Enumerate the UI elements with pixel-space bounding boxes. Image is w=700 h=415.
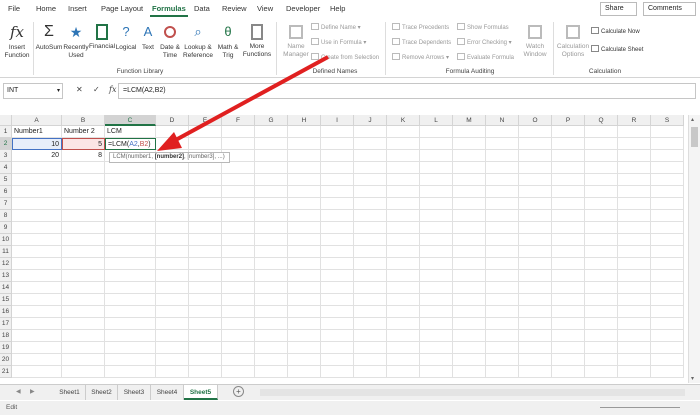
- arrow-head: [157, 132, 182, 151]
- sheet-tab-sheet2[interactable]: Sheet2: [86, 385, 118, 400]
- c2-prefix: =LCM(: [108, 141, 130, 148]
- annotation-arrow: [157, 55, 329, 151]
- status-mode: Edit: [6, 404, 18, 411]
- sheet-tab-bar: ◀ ▶ Sheet1 Sheet2 Sheet3 Sheet4 Sheet5 +: [0, 384, 700, 400]
- c2-close: ): [148, 141, 151, 148]
- status-bar: Edit: [0, 401, 700, 415]
- c2-ref-a2: A2: [129, 141, 138, 148]
- cell-c2-active[interactable]: =LCM(A2,B2): [105, 138, 156, 150]
- c2-ref-b2: B2: [139, 141, 149, 148]
- sheet-tab-sheet4[interactable]: Sheet4: [151, 385, 184, 400]
- add-sheet-icon[interactable]: +: [233, 386, 244, 397]
- sheet-nav-prev-icon[interactable]: ◀: [16, 388, 21, 395]
- sheet-tab-sheet5[interactable]: Sheet5: [184, 385, 218, 400]
- horizontal-scrollbar[interactable]: [260, 389, 685, 396]
- arrow-shaft: [171, 55, 329, 144]
- sheet-nav-next-icon[interactable]: ▶: [30, 388, 35, 395]
- scroll-up-icon[interactable]: ▴: [691, 116, 694, 123]
- sheet-tab-sheet3[interactable]: Sheet3: [118, 385, 151, 400]
- vertical-scrollbar[interactable]: ▴ ▾: [688, 115, 700, 383]
- zoom-slider[interactable]: [600, 407, 680, 408]
- scroll-down-icon[interactable]: ▾: [691, 375, 694, 382]
- scroll-thumb[interactable]: [691, 127, 698, 147]
- sheet-tab-sheet1[interactable]: Sheet1: [54, 385, 86, 400]
